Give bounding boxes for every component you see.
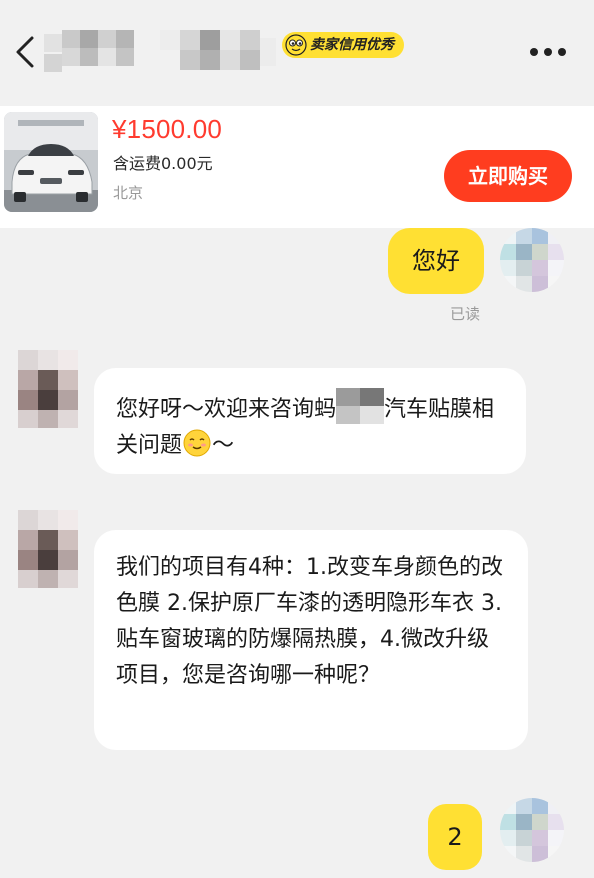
- product-card[interactable]: ¥1500.00 含运费0.00元 北京 立即购买: [0, 106, 594, 228]
- message-text: 2: [447, 823, 463, 851]
- fish-face-icon: [285, 34, 307, 56]
- seller-credit-badge[interactable]: 卖家信用优秀: [282, 32, 404, 58]
- message-text: 我们的项目有4种：1.改变车身颜色的改色膜 2.保护原厂车漆的透明隐形车衣 3.…: [116, 555, 503, 688]
- my-avatar[interactable]: [500, 228, 564, 292]
- product-location: 北京: [113, 184, 144, 202]
- chat-messages[interactable]: 您好 已读 您好呀～欢迎来咨询蚂 汽车贴膜相关问题 ～ 我们的项目有4种：1.改…: [0, 228, 594, 878]
- message-text: 您好: [412, 247, 460, 275]
- seller-avatar[interactable]: [18, 350, 80, 428]
- censored-text-mosaic: [336, 388, 385, 424]
- message-bubble-incoming[interactable]: 我们的项目有4种：1.改变车身颜色的改色膜 2.保护原厂车漆的透明隐形车衣 3.…: [94, 530, 528, 750]
- chat-header: 卖家信用优秀: [0, 0, 594, 106]
- back-button[interactable]: [10, 32, 46, 72]
- more-dots-icon: [530, 48, 538, 56]
- chevron-left-icon: [16, 36, 34, 68]
- blush-smile-emoji-icon: [183, 429, 211, 457]
- seller-avatar[interactable]: [18, 510, 80, 588]
- credit-badge-label: 卖家信用优秀: [310, 37, 394, 53]
- buy-now-button[interactable]: 立即购买: [444, 150, 572, 202]
- car-image: [4, 112, 98, 212]
- my-avatar[interactable]: [500, 798, 564, 862]
- message-text: 您好呀～欢迎来咨询蚂: [116, 397, 337, 422]
- seller-name-mosaic: [44, 28, 276, 76]
- product-thumbnail[interactable]: [4, 112, 98, 212]
- message-bubble-incoming[interactable]: 您好呀～欢迎来咨询蚂 汽车贴膜相关问题 ～: [94, 368, 526, 474]
- shipping-fee: 含运费0.00元: [113, 154, 213, 173]
- read-status: 已读: [450, 305, 481, 323]
- more-button[interactable]: [528, 46, 568, 58]
- product-price: ¥1500.00: [112, 114, 223, 144]
- message-bubble-outgoing[interactable]: 您好: [388, 228, 484, 294]
- message-text-tail: ～: [212, 433, 235, 458]
- message-bubble-outgoing[interactable]: 2: [428, 804, 482, 870]
